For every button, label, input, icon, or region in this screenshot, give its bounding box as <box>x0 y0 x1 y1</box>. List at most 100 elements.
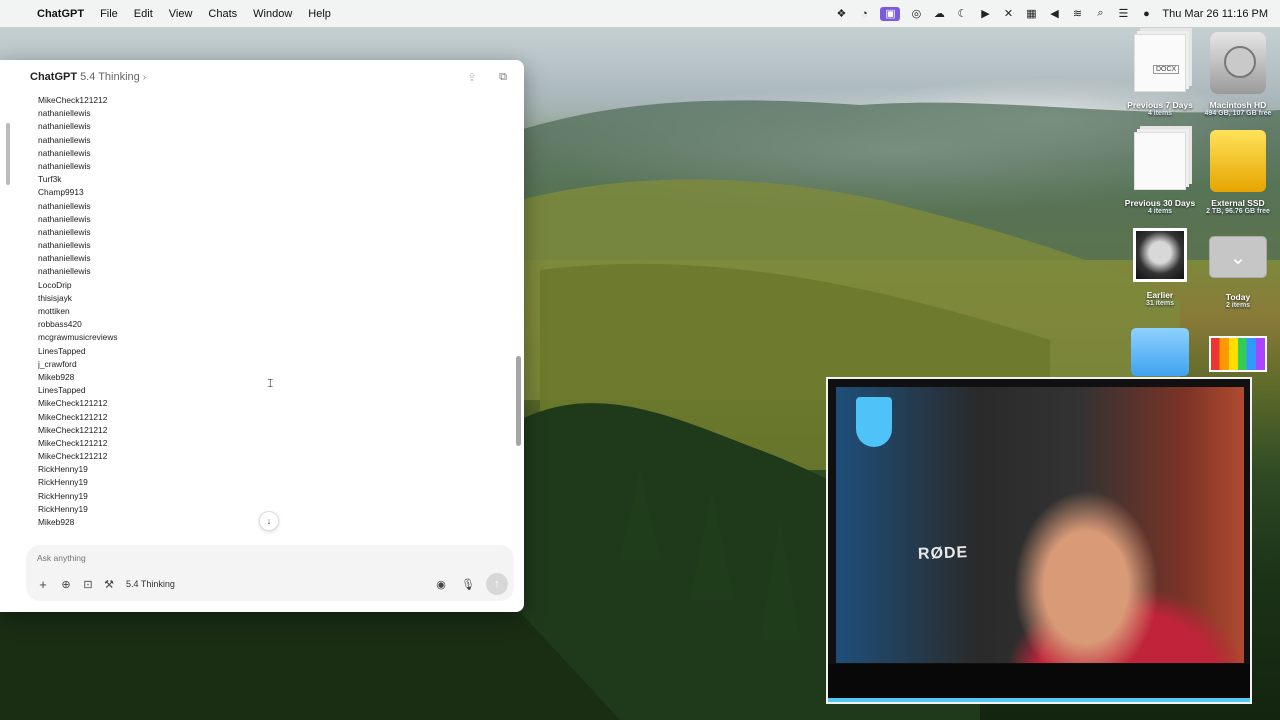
desktop-icon-previous-30-days[interactable]: Previous 30 Days 4 items <box>1120 132 1200 215</box>
chevron-right-icon[interactable]: › <box>143 72 146 83</box>
username-row: nathaniellewis <box>38 147 91 158</box>
image-stack-icon <box>1133 228 1187 282</box>
scroll-down-button[interactable]: ↓ <box>259 511 279 531</box>
webcam-lower-bar <box>828 664 1250 702</box>
focus-moon-icon[interactable]: ☾ <box>955 7 969 21</box>
menu-app-name[interactable]: ChatGPT <box>29 8 92 20</box>
desktop-icon-label: Previous 7 Days <box>1127 100 1193 110</box>
username-row: j_crawford <box>38 358 77 369</box>
message-input[interactable] <box>37 553 417 563</box>
send-button[interactable]: ↑ <box>486 573 508 595</box>
username-row: nathaniellewis <box>38 121 91 132</box>
username-row: nathaniellewis <box>38 213 91 224</box>
desktop-icon-label: Macintosh HD <box>1209 100 1267 110</box>
username-row: nathaniellewis <box>38 108 91 119</box>
username-row: LocoDrip <box>38 279 72 290</box>
username-row: MikeCheck121212 <box>38 451 108 462</box>
desktop-icon-macintosh-hd[interactable]: Macintosh HD 494 GB, 107 GB free <box>1198 32 1278 117</box>
document-stack-icon <box>1134 132 1186 190</box>
menu-window[interactable]: Window <box>245 8 300 20</box>
folder-icon <box>1131 328 1189 376</box>
menu-file[interactable]: File <box>92 8 126 20</box>
desktop-icon-folder[interactable] <box>1120 328 1200 376</box>
desktop-icon-label: Today <box>1225 292 1251 302</box>
microphone-icon[interactable]: 🎙 <box>461 576 475 592</box>
scrollbar[interactable] <box>516 356 521 446</box>
screen-share-icon[interactable]: ▣ <box>880 6 901 21</box>
text-cursor-icon: 𝙸 <box>266 376 275 390</box>
search-icon[interactable]: ⌕ <box>1093 7 1107 21</box>
globe-icon[interactable]: ⊕ <box>59 576 73 592</box>
desktop-icon-sub: 4 items <box>1147 110 1173 117</box>
desktop-icon-sub: 2 TB, 96.76 GB free <box>1206 208 1270 215</box>
rode-logo: RØDE <box>917 544 969 563</box>
desktop-icon-sub: 31 items <box>1145 300 1175 307</box>
menu-bar: ChatGPT File Edit View Chats Window Help… <box>0 0 1280 27</box>
hard-drive-icon <box>1210 32 1266 94</box>
window-title: ChatGPT <box>30 71 78 83</box>
username-row: MikeCheck121212 <box>38 437 108 448</box>
username-row: nathaniellewis <box>38 226 91 237</box>
image-thumbnail-icon <box>1209 336 1267 372</box>
plus-icon[interactable]: + <box>36 576 50 592</box>
play-icon[interactable]: ▶ <box>978 7 992 21</box>
volume-icon[interactable]: ◀ <box>1047 7 1061 21</box>
username-row: RickHenny19 <box>38 464 88 475</box>
desktop-icon-image[interactable] <box>1198 336 1278 372</box>
desktop-icon-sub: 494 GB, 107 GB free <box>1204 110 1272 117</box>
username-row: RickHenny19 <box>38 490 88 501</box>
webcam-accent-strip <box>828 698 1250 702</box>
desktop-icon-external-ssd[interactable]: External SSD 2 TB, 96.76 GB free <box>1198 130 1278 215</box>
username-row: Turf3k <box>38 174 62 185</box>
mode-label[interactable]: 5.4 Thinking <box>126 576 175 592</box>
desktop-icon-sub: 2 items <box>1225 302 1251 309</box>
document-icon[interactable]: ⊡ <box>81 576 95 592</box>
username-row: nathaniellewis <box>38 240 91 251</box>
external-drive-icon <box>1210 130 1266 192</box>
menu-chats[interactable]: Chats <box>200 8 245 20</box>
new-window-icon[interactable]: ⧉ <box>495 69 511 85</box>
username-row: Champ9913 <box>38 187 84 198</box>
share-icon[interactable]: ⇪ <box>464 69 480 85</box>
desktop-icon-earlier[interactable]: Earlier 31 items <box>1120 228 1200 307</box>
window-icon[interactable]: ▦ <box>1024 7 1038 21</box>
menu-clock[interactable]: Thu Mar 26 11:16 PM <box>1162 8 1268 20</box>
menu-edit[interactable]: Edit <box>126 8 161 20</box>
username-row: nathaniellewis <box>38 160 91 171</box>
dropbox-icon[interactable]: ❖ <box>834 7 848 21</box>
tools-icon[interactable]: ⚒ <box>102 576 116 592</box>
menu-view[interactable]: View <box>161 8 201 20</box>
desktop-icon-label: Earlier <box>1146 290 1174 300</box>
username-list: MikeCheck121212 nathaniellewis nathanielle… <box>38 94 498 534</box>
cloud-icon[interactable]: ☁ <box>932 7 946 21</box>
paint-splash-icon <box>856 397 892 447</box>
desktop-icon-today[interactable]: ⌄ Today 2 items <box>1198 236 1278 309</box>
spiral-icon[interactable]: ◎ <box>909 7 923 21</box>
username-row: MikeCheck121212 <box>38 411 108 422</box>
wifi-icon[interactable]: ≋ <box>1070 7 1084 21</box>
desktop-icon-previous-7-days[interactable]: DOCX Previous 7 Days 4 items <box>1120 34 1200 117</box>
control-center-icon[interactable]: ☰ <box>1116 7 1130 21</box>
username-row: MikeCheck121212 <box>38 424 108 435</box>
record-icon[interactable]: ◉ <box>434 576 448 592</box>
docx-badge: DOCX <box>1153 65 1180 74</box>
username-row: nathaniellewis <box>38 200 91 211</box>
chatgpt-window: ChatGPT 5.4 Thinking › ⇪ ⧉ MikeCheck1212… <box>0 60 524 612</box>
sidebar-handle[interactable] <box>6 123 10 185</box>
username-row: LinesTapped <box>38 345 86 356</box>
model-selector[interactable]: 5.4 Thinking <box>80 71 140 83</box>
username-row: nathaniellewis <box>38 266 91 277</box>
webcam-overlay: RØDE <box>826 377 1252 704</box>
desktop-icon-sub: 4 items <box>1147 208 1173 215</box>
composer: + ⊕ ⊡ ⚒ 5.4 Thinking ◉ 🎙 ↑ <box>26 545 514 601</box>
x-icon[interactable]: ✕ <box>1001 7 1015 21</box>
chevron-down-icon: ⌄ <box>1209 236 1267 278</box>
username-row: MikeCheck121212 <box>38 398 108 409</box>
desktop-icon-label: Previous 30 Days <box>1124 198 1196 208</box>
activity-icon[interactable]: ◔ <box>857 7 871 21</box>
menu-help[interactable]: Help <box>300 8 339 20</box>
siri-icon[interactable]: ● <box>1139 7 1153 21</box>
username-row: nathaniellewis <box>38 134 91 145</box>
window-header: ChatGPT 5.4 Thinking › <box>0 60 524 94</box>
username-row: mottiken <box>38 306 70 316</box>
